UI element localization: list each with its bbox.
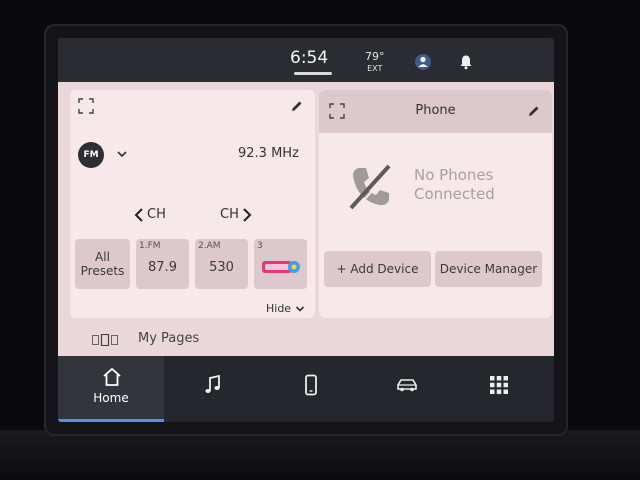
home-content: FM 92.3 MHz CH CH All Presets 1.FM 87.9 … xyxy=(58,82,554,356)
preset-value: 530 xyxy=(209,260,234,275)
radio-widget: FM 92.3 MHz CH CH All Presets 1.FM 87.9 … xyxy=(70,90,315,318)
edit-pencil-icon[interactable] xyxy=(291,100,303,112)
my-pages-icon[interactable] xyxy=(92,334,118,346)
nav-home[interactable]: Home xyxy=(58,356,164,422)
band-badge[interactable]: FM xyxy=(78,142,104,168)
preset-number: 1.FM xyxy=(139,241,161,251)
device-manager-button[interactable]: Device Manager xyxy=(435,251,542,287)
no-phones-message: No Phones Connected xyxy=(414,166,495,203)
preset-number: 2.AM xyxy=(198,241,221,251)
all-presets-button[interactable]: All Presets xyxy=(75,239,130,289)
channel-next-label: CH xyxy=(220,207,239,222)
edit-pencil-icon[interactable] xyxy=(528,105,540,117)
add-device-button[interactable]: + Add Device xyxy=(324,251,431,287)
station-frequency: 92.3 MHz xyxy=(238,146,299,161)
expand-icon[interactable] xyxy=(78,98,94,114)
phone-title: Phone xyxy=(415,103,456,118)
chevron-down-icon[interactable] xyxy=(116,148,128,160)
bell-icon[interactable] xyxy=(458,54,474,70)
outside-temperature: 79° EXT xyxy=(365,51,385,75)
nav-home-label: Home xyxy=(93,391,129,405)
preset-value: 87.9 xyxy=(148,260,177,275)
music-note-icon[interactable] xyxy=(202,374,224,396)
clock-underline xyxy=(294,72,332,75)
channel-next-button[interactable]: CH xyxy=(220,207,252,222)
chevron-right-icon xyxy=(243,207,252,222)
preset-1[interactable]: 1.FM 87.9 xyxy=(136,239,189,289)
status-bar: 6:54 79° EXT xyxy=(58,38,554,82)
chevron-left-icon xyxy=(134,207,143,222)
infotainment-screen: 6:54 79° EXT FM 92.3 MHz CH CH All Prese… xyxy=(58,38,554,422)
channel-prev-label: CH xyxy=(147,207,166,222)
clock[interactable]: 6:54 xyxy=(290,48,328,68)
phone-icon[interactable] xyxy=(300,374,322,396)
chevron-down-icon[interactable] xyxy=(295,304,305,314)
car-icon[interactable] xyxy=(396,374,418,396)
phone-disconnected-icon xyxy=(349,164,392,211)
phone-widget: Phone No Phones Connected + Add Device D… xyxy=(319,90,552,318)
station-logo-icon xyxy=(262,261,300,273)
hide-button[interactable]: Hide xyxy=(266,302,291,315)
home-icon xyxy=(103,367,121,386)
dashboard-trim xyxy=(0,430,640,480)
temperature-value: 79° xyxy=(365,50,385,63)
channel-prev-button[interactable]: CH xyxy=(134,207,166,222)
phone-header: Phone xyxy=(319,90,552,133)
bottom-nav: Home xyxy=(58,356,554,422)
driver-profile-icon[interactable] xyxy=(414,53,432,71)
apps-grid-icon[interactable] xyxy=(488,374,510,396)
my-pages-label[interactable]: My Pages xyxy=(138,331,199,346)
preset-2[interactable]: 2.AM 530 xyxy=(195,239,248,289)
preset-number: 3 xyxy=(257,241,263,251)
temperature-label: EXT xyxy=(367,64,383,73)
preset-3[interactable]: 3 xyxy=(254,239,307,289)
